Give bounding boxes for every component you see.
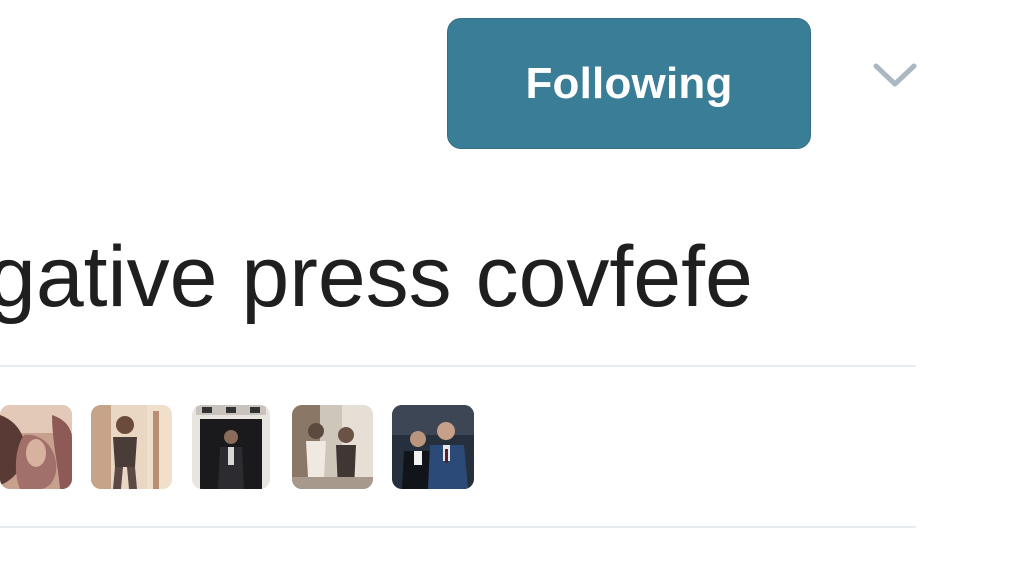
avatar[interactable] [392, 405, 474, 489]
avatar[interactable] [0, 405, 72, 489]
divider [0, 526, 916, 528]
avatar[interactable] [192, 405, 270, 489]
following-button[interactable]: Following [447, 18, 811, 149]
chevron-down-icon[interactable] [872, 60, 918, 90]
liked-by-avatars [0, 405, 480, 489]
avatar[interactable] [292, 405, 373, 489]
tweet-text: gative press covfefe [0, 229, 753, 325]
divider [0, 365, 916, 367]
avatar[interactable] [91, 405, 172, 489]
